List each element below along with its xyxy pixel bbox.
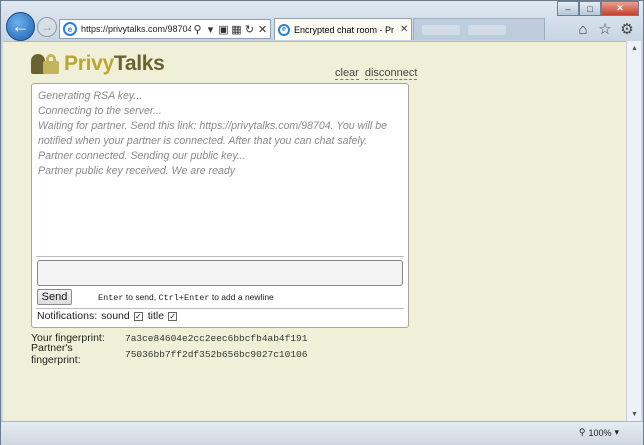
partner-fingerprint-row: Partner's fingerprint: 75036bb7ff2df352b… — [31, 342, 308, 366]
partner-fingerprint-label: Partner's fingerprint: — [31, 342, 81, 366]
tab-inactive[interactable] — [413, 18, 545, 40]
stop-icon[interactable]: ✕ — [256, 22, 269, 36]
back-arrow-icon: ← — [11, 16, 30, 36]
title-checkbox[interactable]: ✓ — [168, 311, 178, 321]
your-fingerprint-value: 7a3ce84604e2cc2eec6bbcfb4ab4f191 — [125, 332, 308, 344]
chat-message: Generating RSA key... — [38, 90, 143, 102]
close-window-button[interactable]: ✕ — [601, 1, 639, 16]
chevron-down-icon: ▾ — [614, 427, 619, 437]
refresh-icon[interactable]: ↻ — [243, 22, 256, 36]
logo-text: PrivyTalks — [64, 52, 165, 75]
send-button[interactable]: Send — [37, 289, 72, 305]
ie-tab-icon: e — [278, 23, 290, 36]
scroll-up-icon[interactable]: ▲ — [627, 41, 642, 55]
tab-placeholder — [422, 24, 460, 35]
lock-icon[interactable]: ▣ — [217, 22, 230, 36]
home-icon[interactable]: ⌂ — [575, 21, 591, 38]
browser-toolbar: ← → e https://privytalks.com/98704 ⚲ ▾ ▣… — [1, 1, 643, 41]
send-row: Send Enter to send, Ctrl+Enter to add a … — [37, 289, 274, 305]
chat-message: Partner connected. Sending our public ke… — [38, 150, 246, 163]
address-url[interactable]: https://privytalks.com/98704 — [81, 24, 191, 34]
address-bar[interactable]: e https://privytalks.com/98704 ⚲ ▾ ▣ ▦ ↻… — [59, 19, 271, 39]
logo-lock-icon — [31, 52, 61, 76]
chat-log: Generating RSA key... Connecting to the … — [38, 89, 402, 180]
vertical-scrollbar[interactable]: ▲ ▼ — [626, 41, 641, 421]
sound-checkbox[interactable]: ✓ — [133, 311, 143, 321]
zoom-level: 100% — [588, 427, 612, 438]
compatibility-icon[interactable]: ▦ — [230, 22, 243, 36]
chat-message: Waiting for partner. Send this link: htt… — [38, 120, 387, 148]
back-button[interactable]: ← — [6, 12, 35, 41]
gear-icon[interactable]: ⚙ — [619, 21, 635, 38]
title-label: title — [147, 310, 165, 322]
tab-active[interactable]: e Encrypted chat room - Priv... ✕ — [274, 18, 412, 40]
maximize-button[interactable]: □ — [579, 1, 601, 16]
star-icon[interactable]: ☆ — [597, 21, 613, 38]
message-input[interactable] — [37, 260, 403, 286]
chat-message: Connecting to the server... — [38, 105, 162, 118]
forward-arrow-icon: → — [41, 20, 53, 34]
ie-page-icon: e — [63, 22, 77, 36]
tab-placeholder — [468, 24, 506, 35]
chat-message: Partner public key received. We are read… — [38, 165, 236, 178]
fingerprints: Your fingerprint: 7a3ce84604e2cc2eec6bbc… — [31, 330, 308, 366]
privytalks-logo[interactable]: PrivyTalks — [31, 52, 165, 76]
scroll-down-icon[interactable]: ▼ — [627, 407, 642, 421]
search-icon[interactable]: ⚲ — [191, 22, 204, 36]
window-controls: – □ ✕ — [557, 1, 639, 16]
dropdown-icon[interactable]: ▾ — [204, 22, 217, 36]
chat-actions: clear disconnect — [335, 67, 418, 80]
notifications-row: Notifications: sound ✓ title ✓ — [37, 310, 182, 322]
forward-button[interactable]: → — [37, 17, 57, 37]
partner-fingerprint-value: 75036bb7ff2df352b656bc9027c10106 — [125, 348, 308, 360]
minimize-button[interactable]: – — [557, 1, 579, 16]
chat-panel: Generating RSA key... Connecting to the … — [31, 83, 409, 328]
status-bar: ⚲ 100% ▾ — [1, 421, 643, 445]
tab-title: Encrypted chat room - Priv... — [294, 24, 394, 35]
disconnect-link[interactable]: disconnect — [364, 67, 418, 80]
zoom-control[interactable]: ⚲ 100% ▾ — [579, 427, 619, 438]
browser-tools: ⌂ ☆ ⚙ — [575, 21, 635, 39]
tab-close-icon[interactable]: ✕ — [400, 24, 408, 35]
clear-link[interactable]: clear — [335, 67, 359, 80]
notifications-label: Notifications: — [37, 310, 98, 322]
sound-label: sound — [101, 310, 130, 322]
zoom-icon: ⚲ — [578, 427, 586, 437]
send-hint: Enter to send, Ctrl+Enter to add a newli… — [98, 291, 274, 303]
divider — [36, 256, 404, 257]
browser-window: ← → e https://privytalks.com/98704 ⚲ ▾ ▣… — [0, 0, 644, 445]
divider — [36, 308, 404, 309]
